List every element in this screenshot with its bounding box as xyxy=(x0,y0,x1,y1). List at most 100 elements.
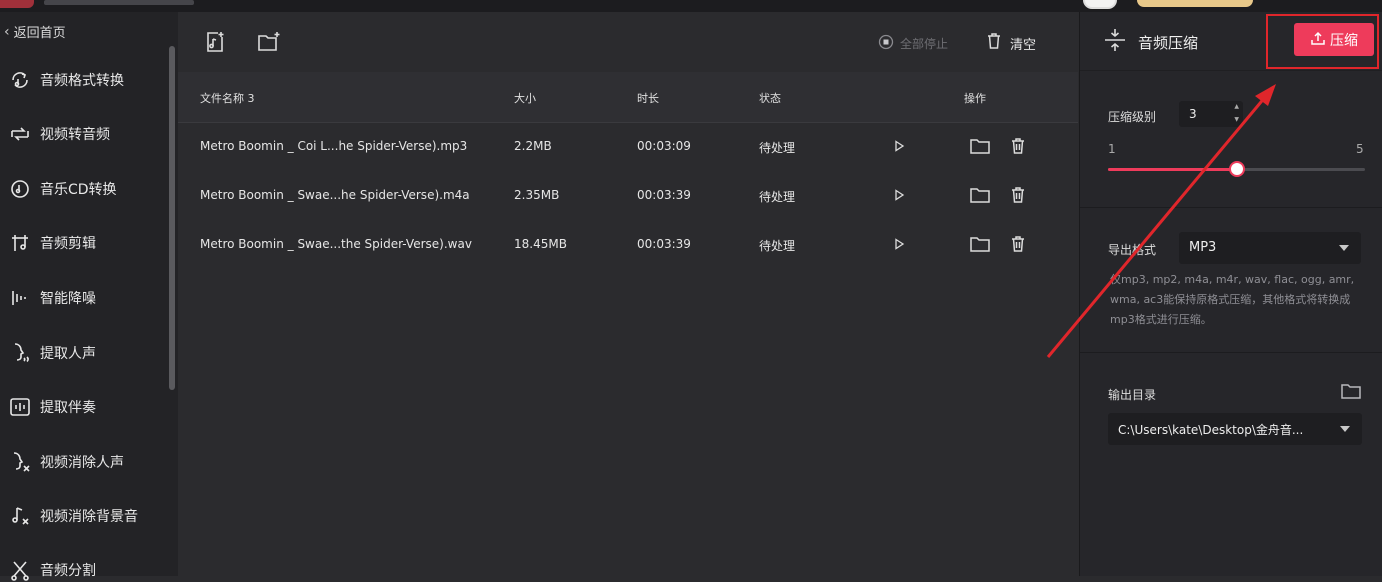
cd-icon xyxy=(8,177,32,201)
play-icon[interactable] xyxy=(888,233,910,255)
trash-icon[interactable] xyxy=(1007,184,1029,206)
folder-icon[interactable] xyxy=(969,233,991,255)
table-header: 文件名称 3 大小 时长 状态 操作 xyxy=(178,72,1078,123)
column-header-name[interactable]: 文件名称 3 xyxy=(200,90,255,106)
folder-icon[interactable] xyxy=(969,135,991,157)
file-size: 2.35MB xyxy=(514,188,560,202)
sidebar-item-label: 音乐CD转换 xyxy=(40,182,117,198)
compression-level-label: 压缩级别 xyxy=(1108,110,1157,124)
stop-icon xyxy=(878,34,894,53)
chevron-left-icon: ‹ xyxy=(4,23,10,40)
file-list-area: 全部停止 清空 文件名称 3 大小 时长 状态 操作 Metro Boomin … xyxy=(178,12,1078,576)
table-row[interactable]: Metro Boomin _ Swae...he Spider-Verse).m… xyxy=(178,171,1078,220)
chevron-down-icon xyxy=(1339,245,1349,251)
chevron-down-icon[interactable]: ▼ xyxy=(1234,116,1239,123)
chevron-up-icon[interactable]: ▲ xyxy=(1234,103,1239,110)
column-header-status[interactable]: 状态 xyxy=(759,90,781,106)
sidebar-item-label: 视频消除人声 xyxy=(40,455,124,471)
slider-handle[interactable] xyxy=(1228,161,1245,177)
folder-icon[interactable] xyxy=(969,184,991,206)
compression-level-value: 3 xyxy=(1189,107,1197,121)
split-icon xyxy=(8,558,32,582)
sidebar-item-audio-cut[interactable]: 音频剪辑 xyxy=(8,231,96,255)
sidebar-item-extract-accompaniment[interactable]: 提取伴奏 xyxy=(8,395,96,419)
file-duration: 00:03:39 xyxy=(637,237,691,251)
file-duration: 00:03:09 xyxy=(637,139,691,153)
slider-min-label: 1 xyxy=(1108,142,1116,156)
panel-title: 音频压缩 xyxy=(1138,34,1199,52)
sidebar-item-split[interactable]: 音频分割 xyxy=(8,558,96,582)
window-title xyxy=(44,0,194,5)
chevron-down-icon xyxy=(1340,426,1350,432)
table-row[interactable]: Metro Boomin _ Coi L...he Spider-Verse).… xyxy=(178,122,1078,171)
sidebar-item-remove-bg[interactable]: 视频消除背景音 xyxy=(8,504,138,528)
add-folder-icon[interactable] xyxy=(256,30,280,54)
divider xyxy=(1080,352,1382,353)
slider-fill xyxy=(1108,168,1237,171)
sidebar-item-audio-convert[interactable]: 音频格式转换 xyxy=(8,68,124,92)
export-format-value: MP3 xyxy=(1189,240,1217,255)
file-status: 待处理 xyxy=(759,239,796,253)
format-note: 仅mp3, mp2, m4a, m4r, wav, flac, ogg, amr… xyxy=(1110,273,1355,326)
file-status: 待处理 xyxy=(759,141,796,155)
sidebar-item-label: 音频分割 xyxy=(40,563,96,579)
export-format-label: 导出格式 xyxy=(1108,243,1157,257)
file-size: 2.2MB xyxy=(514,139,552,153)
play-icon[interactable] xyxy=(888,184,910,206)
sidebar-item-remove-vocal[interactable]: 视频消除人声 xyxy=(8,450,124,474)
sidebar: ‹ 返回首页 音频格式转换 视频转音频 音乐CD转换 音频剪辑 智能降噪 提取人… xyxy=(0,12,178,581)
play-icon[interactable] xyxy=(888,135,910,157)
file-status: 待处理 xyxy=(759,190,796,204)
sidebar-item-label: 音频剪辑 xyxy=(40,236,96,252)
remove-bg-icon xyxy=(8,504,32,528)
compression-level-stepper[interactable]: 3 ▲ ▼ xyxy=(1179,101,1243,127)
sidebar-item-noise-reduction[interactable]: 智能降噪 xyxy=(8,286,96,310)
add-music-file-icon[interactable] xyxy=(203,30,227,54)
column-header-duration[interactable]: 时长 xyxy=(637,90,659,106)
video-to-audio-icon xyxy=(8,122,32,146)
sidebar-item-label: 音频格式转换 xyxy=(40,73,124,89)
back-home-label: 返回首页 xyxy=(13,26,66,41)
trash-icon[interactable] xyxy=(1007,233,1029,255)
trash-icon xyxy=(986,32,1002,54)
compress-icon xyxy=(1102,27,1128,53)
export-format-select[interactable]: MP3 xyxy=(1179,232,1361,264)
sidebar-scrollbar[interactable] xyxy=(169,46,175,390)
file-name: Metro Boomin _ Swae...the Spider-Verse).… xyxy=(200,237,472,251)
table-row[interactable]: Metro Boomin _ Swae...the Spider-Verse).… xyxy=(178,220,1078,269)
sidebar-item-extract-vocal[interactable]: 提取人声 xyxy=(8,341,96,365)
app-logo xyxy=(0,0,34,8)
settings-panel: 音频压缩 压缩 压缩级别 3 ▲ ▼ 1 5 导出格式 MP3 仅mp3, mp… xyxy=(1079,12,1382,576)
trash-icon[interactable] xyxy=(1007,135,1029,157)
vip-button[interactable] xyxy=(1137,0,1253,7)
sidebar-item-video-to-audio[interactable]: 视频转音频 xyxy=(8,122,110,146)
audio-cut-icon xyxy=(8,231,32,255)
avatar[interactable] xyxy=(1083,0,1117,9)
clear-label: 清空 xyxy=(1010,37,1037,53)
stop-all-label: 全部停止 xyxy=(900,37,949,51)
column-header-size[interactable]: 大小 xyxy=(514,90,536,106)
sidebar-item-label: 提取人声 xyxy=(40,346,96,362)
sidebar-item-label: 提取伴奏 xyxy=(40,400,96,416)
output-dir-select[interactable]: C:\Users\kate\Desktop\金舟音... xyxy=(1108,413,1362,445)
output-dir-value: C:\Users\kate\Desktop\金舟音... xyxy=(1118,423,1304,437)
stop-all-button[interactable]: 全部停止 xyxy=(878,34,948,53)
file-name: Metro Boomin _ Coi L...he Spider-Verse).… xyxy=(200,139,468,153)
file-duration: 00:03:39 xyxy=(637,188,691,202)
vocal-extract-icon xyxy=(8,341,32,365)
file-size: 18.45MB xyxy=(514,237,567,251)
noise-reduction-icon xyxy=(8,286,32,310)
sidebar-item-label: 视频转音频 xyxy=(40,127,110,143)
compression-level-slider[interactable] xyxy=(1108,161,1365,177)
sidebar-item-label: 视频消除背景音 xyxy=(40,509,138,525)
remove-vocal-icon xyxy=(8,450,32,474)
audio-convert-icon xyxy=(8,68,32,92)
slider-max-label: 5 xyxy=(1356,142,1364,156)
divider xyxy=(1080,207,1382,208)
clear-button[interactable]: 清空 xyxy=(986,32,1036,54)
back-home-button[interactable]: ‹ 返回首页 xyxy=(4,22,66,42)
title-bar xyxy=(0,0,1382,12)
sidebar-item-music-cd[interactable]: 音乐CD转换 xyxy=(8,177,117,201)
folder-icon[interactable] xyxy=(1340,382,1362,402)
file-name: Metro Boomin _ Swae...he Spider-Verse).m… xyxy=(200,188,470,202)
